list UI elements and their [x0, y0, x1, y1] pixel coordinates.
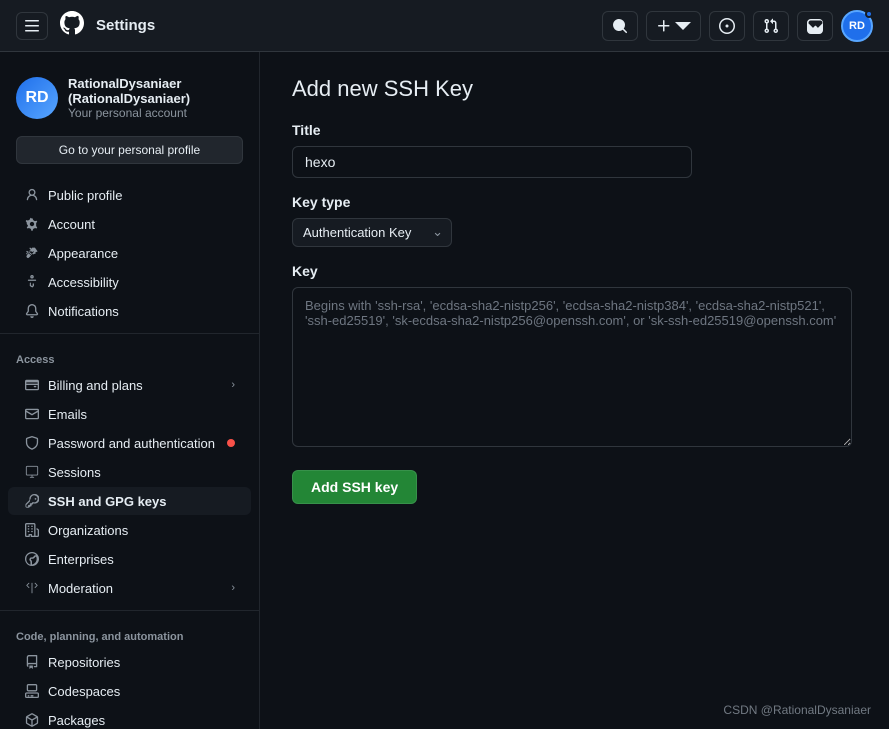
sidebar-divider-1 — [0, 333, 259, 334]
key-type-select[interactable]: Authentication Key Signing Key — [292, 218, 452, 247]
key-form-group: Key — [292, 263, 857, 450]
profile-section: RD RationalDysaniaer (RationalDysaniaer)… — [0, 68, 259, 136]
sidebar-item-organizations[interactable]: Organizations — [8, 516, 251, 544]
password-auth-dot — [227, 439, 235, 447]
sidebar-label-repositories: Repositories — [48, 655, 235, 670]
hamburger-button[interactable] — [16, 12, 48, 40]
sidebar-item-accessibility[interactable]: Accessibility — [8, 268, 251, 296]
bell-icon — [24, 303, 40, 319]
sidebar-item-repositories[interactable]: Repositories — [8, 648, 251, 676]
sidebar-item-appearance[interactable]: Appearance — [8, 239, 251, 267]
sidebar-item-billing[interactable]: Billing and plans › — [8, 371, 251, 399]
create-button[interactable] — [646, 11, 701, 41]
sidebar-item-public-profile[interactable]: Public profile — [8, 181, 251, 209]
inbox-button[interactable] — [797, 11, 833, 41]
key-icon — [24, 493, 40, 509]
shield-icon — [24, 435, 40, 451]
sidebar-label-enterprises: Enterprises — [48, 552, 235, 567]
settings-label: Settings — [96, 17, 155, 34]
sidebar-label-ssh-gpg: SSH and GPG keys — [48, 494, 235, 509]
billing-chevron-icon: › — [231, 379, 235, 391]
sidebar-item-moderation[interactable]: Moderation › — [8, 574, 251, 602]
sidebar-label-accessibility: Accessibility — [48, 275, 235, 290]
sidebar-item-account[interactable]: Account — [8, 210, 251, 238]
topnav-left: Settings — [16, 11, 590, 41]
globe-icon — [24, 551, 40, 567]
report-icon — [24, 580, 40, 596]
sidebar-label-notifications: Notifications — [48, 304, 235, 319]
sidebar-label-emails: Emails — [48, 407, 235, 422]
title-label: Title — [292, 122, 857, 138]
code-section-label: Code, planning, and automation — [0, 619, 259, 647]
sidebar-avatar: RD — [16, 77, 58, 119]
gear-icon — [24, 216, 40, 232]
sidebar-label-codespaces: Codespaces — [48, 684, 235, 699]
title-input[interactable] — [292, 146, 692, 178]
sidebar-label-packages: Packages — [48, 713, 235, 728]
sidebar-divider-2 — [0, 610, 259, 611]
sidebar-item-password-auth[interactable]: Password and authentication — [8, 429, 251, 457]
sidebar-username: RationalDysaniaer (RationalDysaniaer) — [68, 76, 243, 106]
person-icon — [24, 187, 40, 203]
codespace-icon — [24, 683, 40, 699]
access-section-label: Access — [0, 342, 259, 370]
sidebar-item-packages[interactable]: Packages — [8, 706, 251, 729]
building-icon — [24, 522, 40, 538]
main-content: Add new SSH Key Title Key type Authentic… — [260, 52, 889, 729]
sidebar-item-ssh-gpg[interactable]: SSH and GPG keys — [8, 487, 251, 515]
topnav-right: RD — [602, 10, 873, 42]
notification-dot — [865, 10, 873, 18]
sidebar-item-sessions[interactable]: Sessions — [8, 458, 251, 486]
sidebar-label-appearance: Appearance — [48, 246, 235, 261]
watermark: CSDN @RationalDysaniaer — [723, 703, 871, 717]
key-label: Key — [292, 263, 857, 279]
accessibility-icon — [24, 274, 40, 290]
top-navigation: Settings RD — [0, 0, 889, 52]
sidebar-label-organizations: Organizations — [48, 523, 235, 538]
sidebar-label-account: Account — [48, 217, 235, 232]
page-title: Add new SSH Key — [292, 76, 857, 102]
sidebar-label-sessions: Sessions — [48, 465, 235, 480]
pull-requests-button[interactable] — [753, 11, 789, 41]
sidebar: RD RationalDysaniaer (RationalDysaniaer)… — [0, 52, 260, 729]
issues-button[interactable] — [709, 11, 745, 41]
sidebar-subtext: Your personal account — [68, 106, 243, 120]
brush-icon — [24, 245, 40, 261]
goto-profile-button[interactable]: Go to your personal profile — [16, 136, 243, 164]
key-type-label: Key type — [292, 194, 857, 210]
mail-icon — [24, 406, 40, 422]
key-textarea[interactable] — [292, 287, 852, 447]
credit-card-icon — [24, 377, 40, 393]
sidebar-label-password-auth: Password and authentication — [48, 436, 219, 451]
main-layout: RD RationalDysaniaer (RationalDysaniaer)… — [0, 52, 889, 729]
key-type-form-group: Key type Authentication Key Signing Key — [292, 194, 857, 247]
sidebar-item-enterprises[interactable]: Enterprises — [8, 545, 251, 573]
title-form-group: Title — [292, 122, 857, 178]
device-icon — [24, 464, 40, 480]
search-button[interactable] — [602, 11, 638, 41]
moderation-chevron-icon: › — [231, 582, 235, 594]
sidebar-label-billing: Billing and plans — [48, 378, 223, 393]
sidebar-item-notifications[interactable]: Notifications — [8, 297, 251, 325]
repo-icon — [24, 654, 40, 670]
sidebar-item-codespaces[interactable]: Codespaces — [8, 677, 251, 705]
package-icon — [24, 712, 40, 728]
github-logo — [60, 11, 84, 41]
user-avatar[interactable]: RD — [841, 10, 873, 42]
add-ssh-key-button[interactable]: Add SSH key — [292, 470, 417, 504]
sidebar-item-emails[interactable]: Emails — [8, 400, 251, 428]
profile-info: RationalDysaniaer (RationalDysaniaer) Yo… — [68, 76, 243, 120]
sidebar-label-public-profile: Public profile — [48, 188, 235, 203]
key-type-select-wrapper: Authentication Key Signing Key — [292, 218, 452, 247]
sidebar-label-moderation: Moderation — [48, 581, 223, 596]
